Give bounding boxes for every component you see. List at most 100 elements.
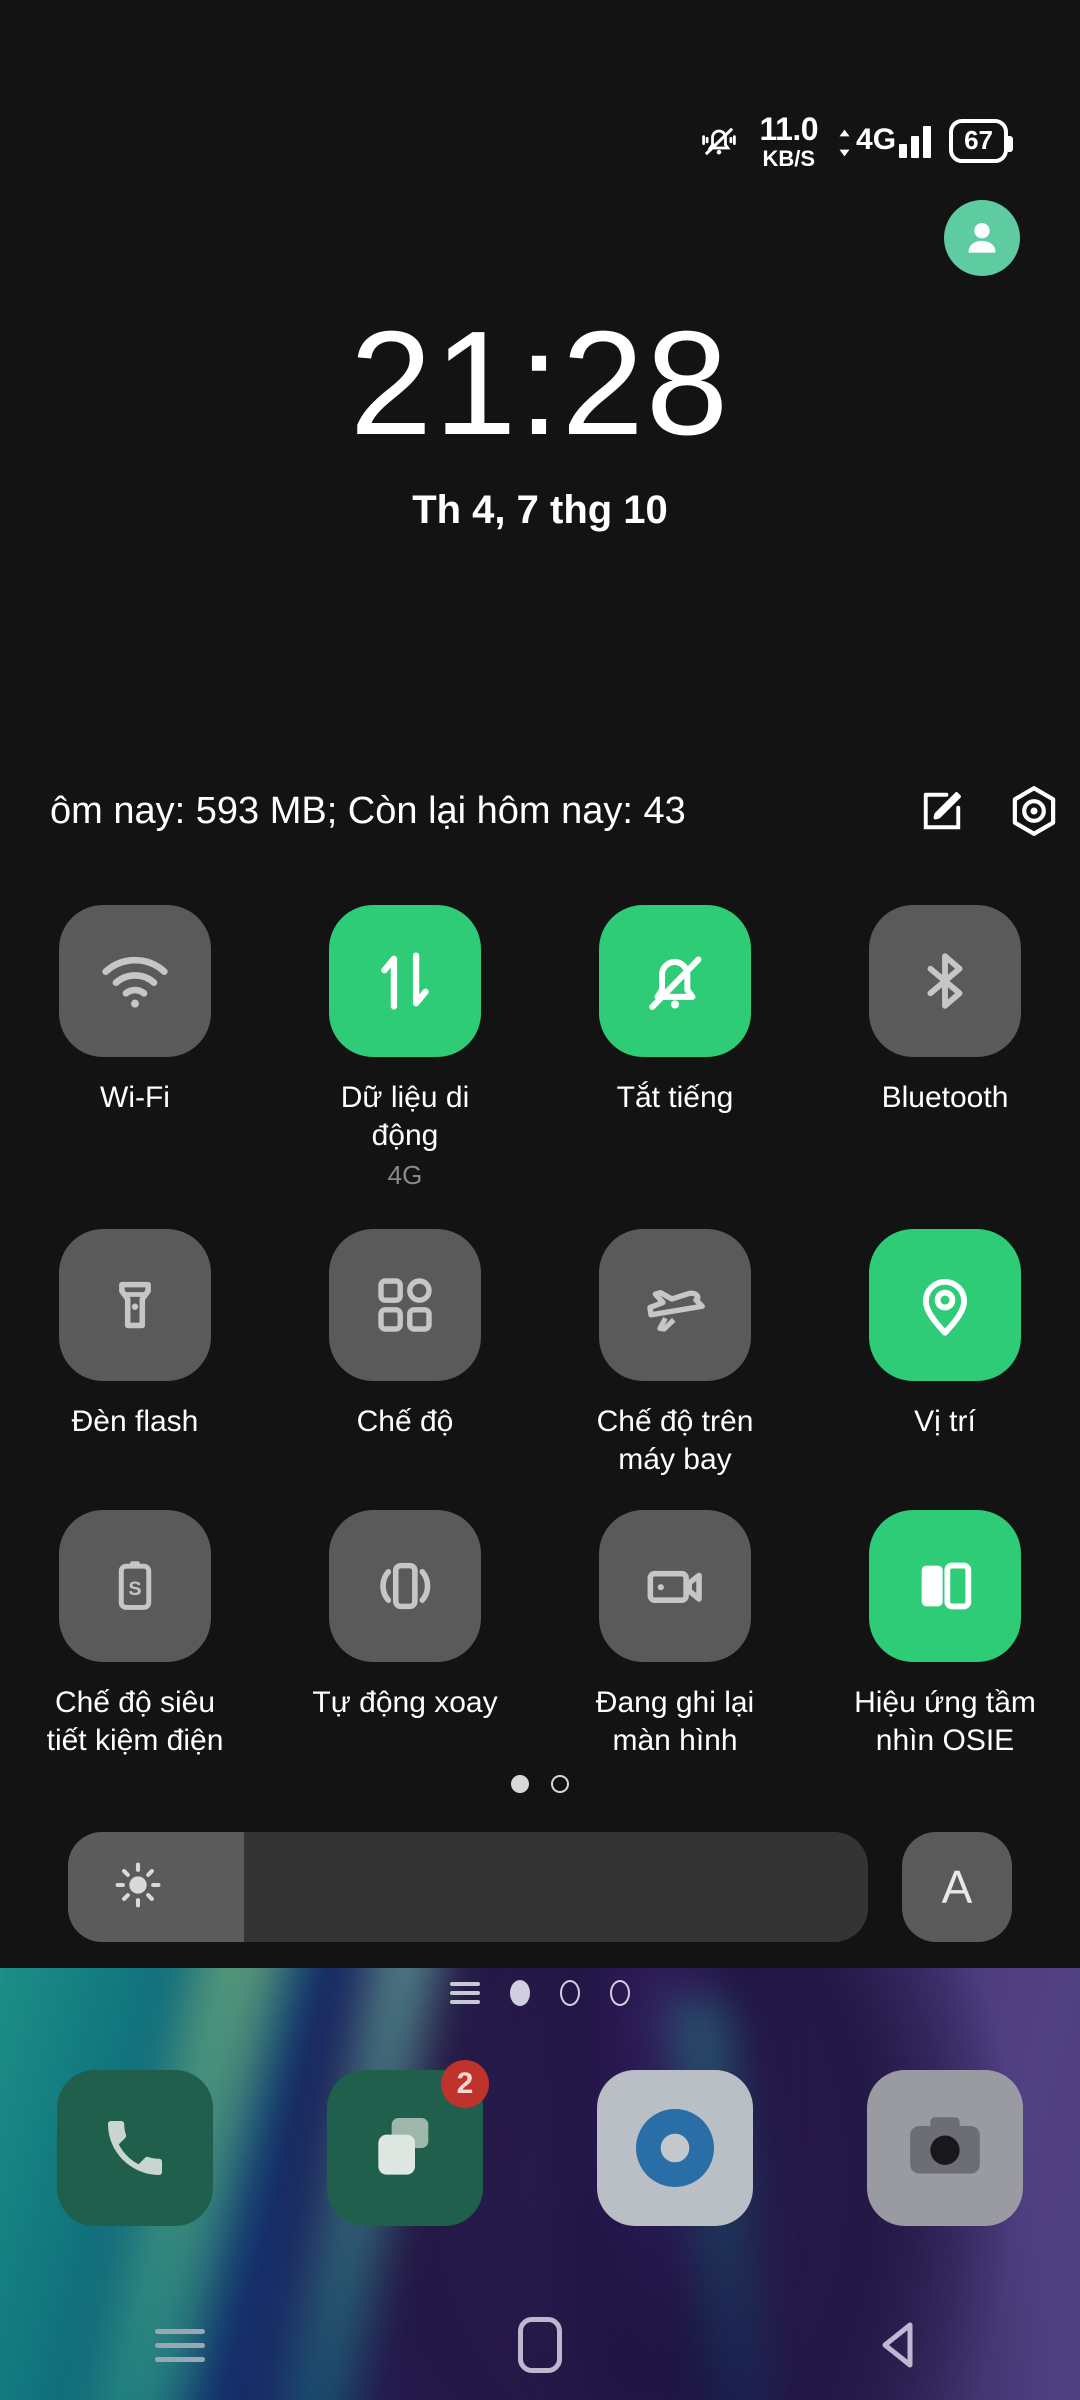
tile-icon-box[interactable] bbox=[59, 905, 211, 1057]
bell-slash-vibrate-icon bbox=[701, 127, 736, 156]
hamburger-recents-icon bbox=[155, 2328, 205, 2362]
location-pin-icon bbox=[922, 1278, 968, 1336]
battery-saver-icon: S bbox=[118, 1560, 152, 1610]
tile-label: Đang ghi lại màn hình bbox=[595, 1685, 755, 1757]
tile-label: Wi-Fi bbox=[100, 1081, 170, 1114]
app-icon-phone[interactable] bbox=[57, 2070, 213, 2226]
browser-circle-icon bbox=[636, 2109, 714, 2187]
nav-back-button[interactable] bbox=[720, 2290, 1080, 2400]
home-page-dot[interactable] bbox=[510, 1980, 530, 2006]
tile-icon-box[interactable] bbox=[869, 1509, 1021, 1662]
nav-home-button[interactable] bbox=[360, 2290, 720, 2400]
home-square-icon bbox=[518, 2317, 562, 2373]
tile-auto-rotate[interactable]: Tự động xoay bbox=[270, 1509, 540, 1761]
clock-date: Th 4, 7 thg 10 bbox=[412, 488, 668, 532]
tile-wifi[interactable]: Wi-Fi bbox=[0, 905, 270, 1191]
camera-icon bbox=[910, 2117, 980, 2174]
tile-icon-box[interactable] bbox=[329, 1509, 481, 1662]
nav-recents-button[interactable] bbox=[0, 2290, 360, 2400]
edit-pencil-icon bbox=[923, 792, 961, 830]
screen-record-icon bbox=[647, 1570, 702, 1603]
app-icon-camera[interactable] bbox=[867, 2070, 1023, 2226]
tile-icon-box[interactable]: S bbox=[59, 1509, 211, 1662]
dock-slot-browser bbox=[540, 2070, 810, 2226]
signal-indicator: 4G bbox=[836, 123, 932, 158]
home-page-dot[interactable] bbox=[560, 1980, 580, 2006]
auto-brightness-button[interactable]: A bbox=[902, 1832, 1012, 1942]
network-speed-value: 11.0 bbox=[759, 110, 819, 147]
phone-handset-icon bbox=[108, 2121, 162, 2175]
tile-icon-box[interactable] bbox=[599, 1228, 751, 1381]
tile-screen-record[interactable]: Đang ghi lại màn hình bbox=[540, 1509, 810, 1761]
home-page-dot[interactable] bbox=[610, 1980, 630, 2006]
quick-settings-tiles: Wi-Fi Dữ liệu di động 4G Tắt tiếng Bluet… bbox=[0, 905, 1080, 1760]
tile-icon-box[interactable] bbox=[869, 1228, 1021, 1381]
tile-battery-saver[interactable]: S Chế độ siêu tiết kiệm điện bbox=[0, 1509, 270, 1761]
network-speed: 11.0 KB/S bbox=[760, 113, 819, 170]
mobile-data-icon bbox=[381, 952, 429, 1010]
settings-button[interactable] bbox=[988, 783, 1080, 839]
svg-text:S: S bbox=[128, 1578, 141, 1600]
tile-mute[interactable]: Tắt tiếng bbox=[540, 905, 810, 1191]
tile-icon-box[interactable] bbox=[599, 905, 751, 1057]
tile-osie-vision[interactable]: Hiệu ứng tầm nhìn OSIE bbox=[810, 1509, 1080, 1761]
tile-label: Tự động xoay bbox=[312, 1685, 498, 1719]
tile-row: S Chế độ siêu tiết kiệm điện Tự động xoa… bbox=[0, 1509, 1080, 1761]
tile-location[interactable]: Vị trí bbox=[810, 1228, 1080, 1480]
settings-hexagon-icon bbox=[1012, 786, 1056, 836]
brightness-slider[interactable] bbox=[68, 1832, 868, 1942]
tile-label: Bluetooth bbox=[881, 1081, 1009, 1114]
edit-button[interactable] bbox=[896, 785, 988, 837]
status-bar: 11.0 KB/S 4G 67 bbox=[0, 112, 1080, 170]
avatar[interactable] bbox=[944, 200, 1020, 276]
qs-page-dot[interactable] bbox=[511, 1775, 529, 1793]
tile-row: Wi-Fi Dữ liệu di động 4G Tắt tiếng Bluet… bbox=[0, 905, 1080, 1191]
tile-label: Hiệu ứng tầm nhìn OSIE bbox=[854, 1685, 1036, 1757]
dock-slot-camera bbox=[810, 2070, 1080, 2226]
auto-rotate-icon bbox=[380, 1562, 431, 1609]
tile-airplane[interactable]: Chế độ trên máy bay bbox=[540, 1228, 810, 1480]
auto-brightness-label: A bbox=[941, 1861, 973, 1913]
osie-vision-icon bbox=[921, 1562, 972, 1609]
dock-slot-messages: 2 bbox=[270, 2060, 540, 2226]
lockscreen-clock: 21:28 Th 4, 7 thg 10 bbox=[0, 310, 1080, 533]
tile-flashlight[interactable]: Đèn flash bbox=[0, 1228, 270, 1480]
tile-label: Chế độ trên máy bay bbox=[596, 1404, 754, 1477]
messages-icon bbox=[378, 2118, 429, 2175]
tile-label: Chế độ bbox=[356, 1404, 454, 1438]
brightness-row: A bbox=[0, 1832, 1080, 1942]
data-arrows-icon bbox=[839, 129, 850, 157]
tile-row: Đèn flash Chế độ Chế độ trên máy bay Vị … bbox=[0, 1228, 1080, 1480]
user-avatar-icon bbox=[968, 222, 996, 253]
modes-grid-icon bbox=[378, 1278, 432, 1332]
network-type-label: 4G bbox=[856, 123, 897, 156]
tile-sublabel: 4G bbox=[387, 1159, 423, 1190]
tile-icon-box[interactable] bbox=[869, 905, 1021, 1057]
quick-settings-pager bbox=[0, 1775, 1080, 1793]
navigation-bar bbox=[0, 2290, 1080, 2400]
app-icon-messages[interactable]: 2 bbox=[327, 2060, 489, 2226]
tile-icon-box[interactable] bbox=[329, 905, 481, 1057]
bell-slash-icon bbox=[649, 956, 702, 1010]
hamburger-icon[interactable] bbox=[450, 1982, 480, 2004]
qs-page-dot[interactable] bbox=[551, 1775, 569, 1793]
quick-settings-panel: 11.0 KB/S 4G 67 21:28 Th 4, 7 thg 10 ôm … bbox=[0, 0, 1080, 1968]
phone-screen: 2 11.0 KB/S 4G 67 21:28 Th 4, 7 thg 10 ô… bbox=[0, 0, 1080, 2400]
tile-icon-box[interactable] bbox=[329, 1228, 481, 1381]
data-usage-text: ôm nay: 593 MB; Còn lại hôm nay: 43 bbox=[50, 789, 686, 832]
back-triangle-icon bbox=[882, 2322, 913, 2368]
brightness-sun-icon bbox=[112, 1859, 164, 1916]
tile-modes[interactable]: Chế độ bbox=[270, 1228, 540, 1480]
wifi-icon bbox=[102, 956, 168, 1008]
tile-bluetooth[interactable]: Bluetooth bbox=[810, 905, 1080, 1191]
tile-label: Chế độ siêu tiết kiệm điện bbox=[46, 1685, 224, 1757]
airplane-icon bbox=[647, 1289, 705, 1332]
tile-icon-box[interactable] bbox=[599, 1509, 751, 1662]
tile-icon-box[interactable] bbox=[59, 1228, 211, 1381]
app-icon-browser[interactable] bbox=[597, 2070, 753, 2226]
network-speed-unit: KB/S bbox=[762, 145, 816, 171]
home-page-indicator bbox=[0, 1980, 1080, 2006]
dock: 2 bbox=[0, 2060, 1080, 2226]
tile-mobile-data[interactable]: Dữ liệu di động 4G bbox=[270, 905, 540, 1191]
tile-label: Vị trí bbox=[914, 1404, 976, 1438]
